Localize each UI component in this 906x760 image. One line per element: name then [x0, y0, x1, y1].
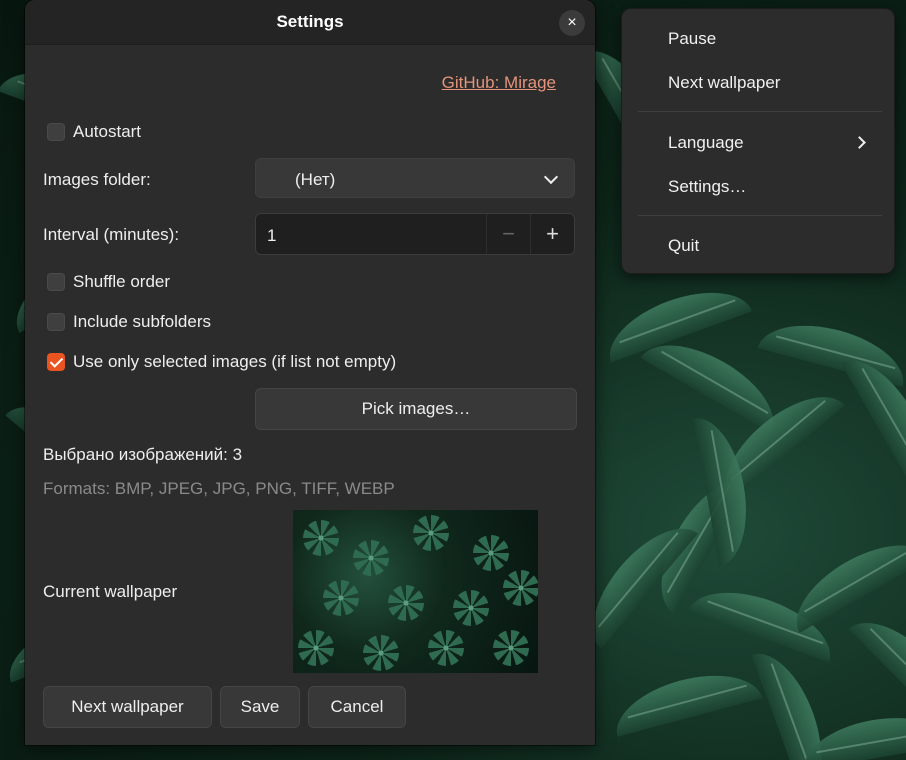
subfolders-checkbox[interactable]	[47, 313, 65, 331]
preview-plant	[453, 590, 489, 626]
preview-plant	[493, 630, 529, 666]
close-icon[interactable]: ×	[559, 10, 585, 36]
current-wallpaper-preview	[293, 510, 538, 673]
wallpaper-leaf	[607, 661, 763, 737]
menu-separator	[638, 111, 882, 112]
wallpaper-leaf	[891, 462, 906, 616]
preview-plant	[353, 540, 389, 576]
chevron-right-icon	[853, 136, 866, 149]
settings-dialog: Settings × GitHub: Mirage Autostart Imag…	[25, 0, 595, 745]
next-wallpaper-button[interactable]: Next wallpaper	[43, 686, 212, 728]
tray-menu: Pause Next wallpaper Language Settings… …	[621, 8, 895, 274]
current-wallpaper-label: Current wallpaper	[43, 582, 178, 601]
increment-button[interactable]: +	[530, 214, 574, 254]
menu-item-pause[interactable]: Pause	[668, 29, 716, 49]
autostart-row[interactable]: Autostart	[47, 122, 141, 142]
wallpaper-leaf	[780, 525, 906, 633]
shuffle-label: Shuffle order	[73, 272, 171, 291]
cancel-button[interactable]: Cancel	[308, 686, 406, 728]
shuffle-checkbox[interactable]	[47, 273, 65, 291]
subfolders-label: Include subfolders	[73, 312, 211, 331]
menu-item-settings[interactable]: Settings…	[668, 177, 746, 197]
images-folder-value: (Нет)	[295, 170, 336, 189]
preview-plant	[323, 580, 359, 616]
autostart-label: Autostart	[73, 122, 142, 141]
subfolders-row[interactable]: Include subfolders	[47, 312, 211, 332]
chevron-down-icon	[543, 169, 559, 185]
save-button[interactable]: Save	[220, 686, 300, 728]
preview-plant	[303, 520, 339, 556]
preview-plant	[413, 515, 449, 551]
preview-plant	[428, 630, 464, 666]
menu-item-quit[interactable]: Quit	[668, 236, 699, 256]
preview-plant	[363, 635, 399, 671]
selected-count-text: Выбрано изображений: 3	[43, 445, 243, 464]
dialog-titlebar: Settings ×	[25, 0, 595, 45]
selected-only-row[interactable]: Use only selected images (if list not em…	[47, 352, 396, 372]
preview-plant	[298, 630, 334, 666]
pick-images-button[interactable]: Pick images…	[255, 388, 577, 430]
interval-label: Interval (minutes):	[43, 225, 180, 244]
decrement-button[interactable]: −	[486, 214, 530, 254]
dialog-title: Settings	[276, 12, 344, 31]
menu-item-next-wallpaper[interactable]: Next wallpaper	[668, 73, 780, 93]
github-link[interactable]: GitHub: Mirage	[442, 73, 556, 93]
preview-plant	[388, 585, 424, 621]
selected-only-label: Use only selected images (if list not em…	[73, 352, 397, 371]
menu-item-language[interactable]: Language	[668, 133, 744, 153]
interval-spinbutton[interactable]: 1 − +	[255, 213, 575, 255]
interval-value[interactable]: 1	[267, 226, 276, 246]
wallpaper-leaf	[848, 602, 906, 736]
autostart-checkbox[interactable]	[47, 123, 65, 141]
images-folder-label: Images folder:	[43, 170, 151, 189]
shuffle-row[interactable]: Shuffle order	[47, 272, 170, 292]
menu-separator	[638, 215, 882, 216]
preview-plant	[473, 535, 509, 571]
preview-plant	[503, 570, 538, 606]
formats-text: Formats: BMP, JPEG, JPG, PNG, TIFF, WEBP	[43, 479, 395, 498]
images-folder-dropdown[interactable]: (Нет)	[255, 158, 575, 198]
selected-only-checkbox[interactable]	[47, 353, 65, 371]
